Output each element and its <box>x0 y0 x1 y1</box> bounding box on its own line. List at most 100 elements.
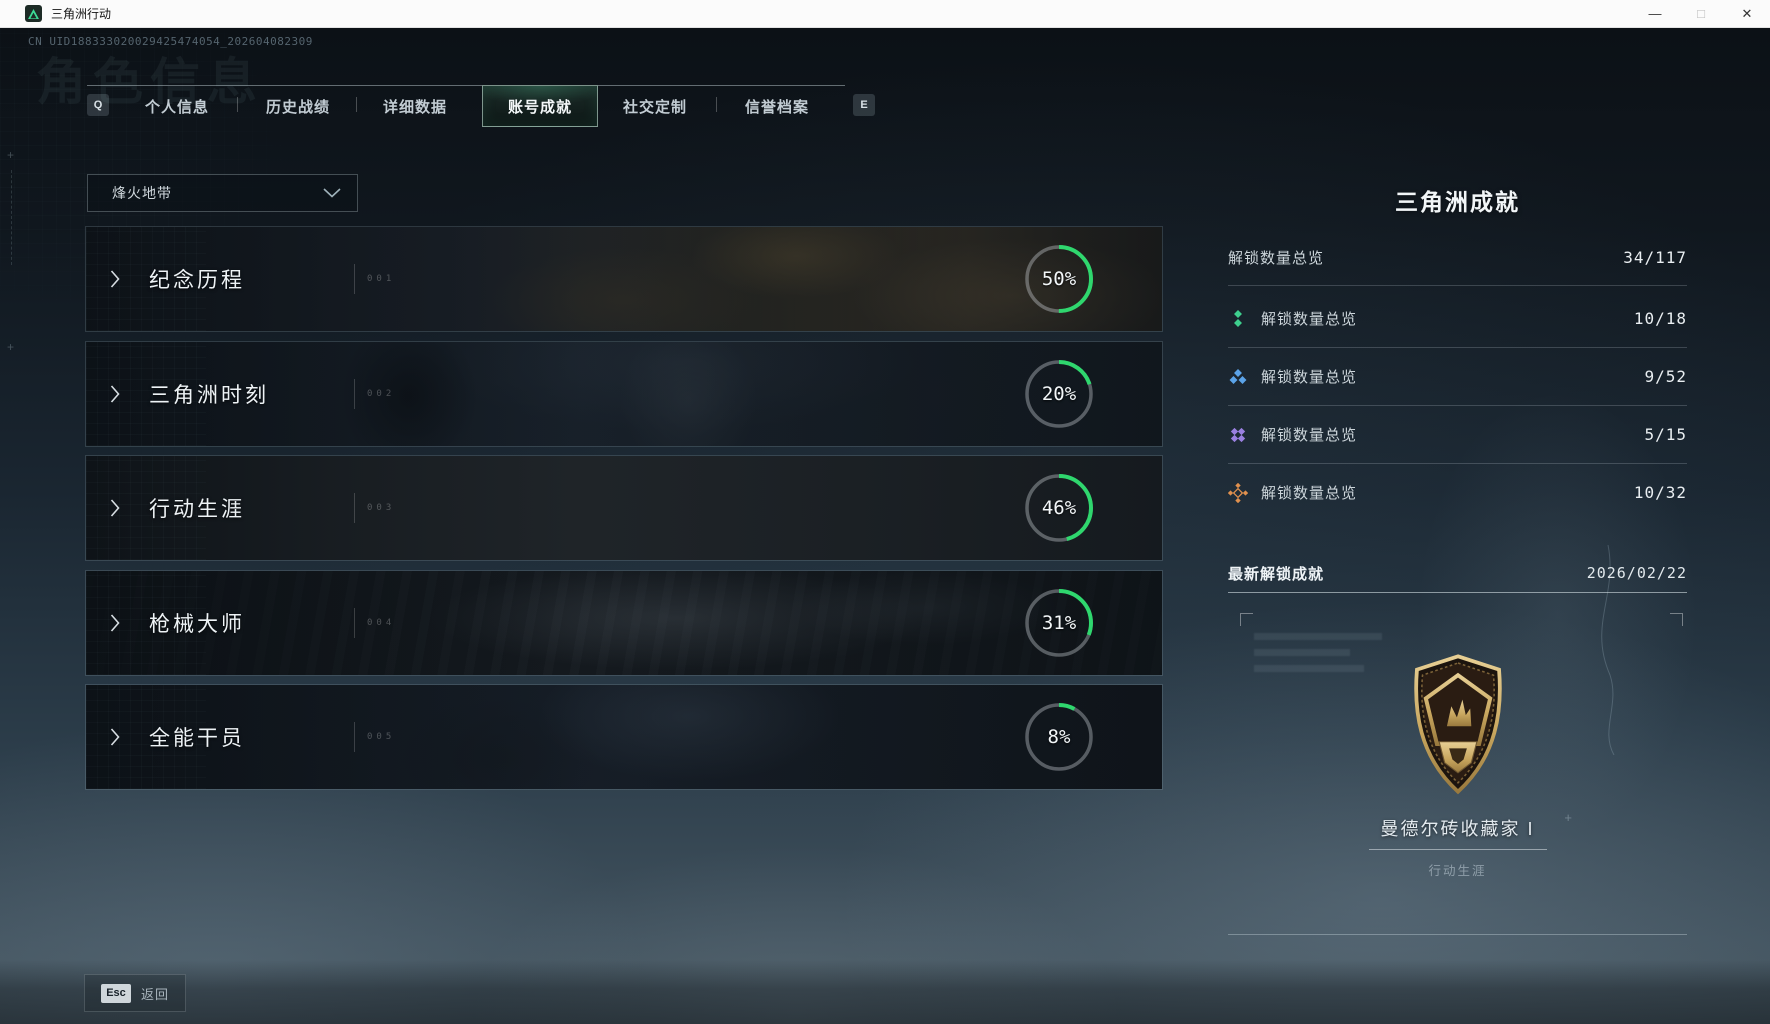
chevron-right-icon <box>110 270 120 288</box>
green-diamonds-icon <box>1234 309 1242 327</box>
back-label: 返回 <box>141 986 170 1002</box>
divider <box>354 264 355 294</box>
category-row-delta-moments[interactable]: 三角洲时刻 002 20% <box>85 341 1163 447</box>
divider <box>1228 592 1687 593</box>
minimize-button[interactable]: — <box>1632 0 1678 28</box>
tab-history-record[interactable]: 历史战绩 <box>242 85 354 127</box>
group-label: 解锁数量总览 <box>1261 311 1358 328</box>
category-label: 三角洲时刻 <box>149 384 269 407</box>
group-label: 解锁数量总览 <box>1261 369 1358 386</box>
chevron-right-icon <box>110 614 120 632</box>
banner-overlay <box>86 456 1162 560</box>
summary-value: 34/117 <box>1623 247 1687 267</box>
progress-ring: 50% <box>1024 244 1094 314</box>
latest-achievement-card: 曼德尔砖收藏家 I 行动生涯 + <box>1228 605 1687 935</box>
unlock-group-row: 解锁数量总览 10/32 <box>1228 464 1687 521</box>
category-index: 004 <box>367 618 396 628</box>
back-button[interactable]: Esc 返回 <box>84 974 187 1012</box>
edge-decoration <box>11 170 12 265</box>
divider <box>354 722 355 752</box>
progress-ring: 20% <box>1024 359 1094 429</box>
tab-account-achievements[interactable]: 账号成就 <box>482 85 598 127</box>
latest-unlock-label: 最新解锁成就 <box>1228 565 1325 583</box>
group-value: 10/18 <box>1633 309 1687 328</box>
plus-decoration: + <box>1564 810 1572 825</box>
window-title-bar: 三角洲行动 — □ ✕ <box>0 0 1770 28</box>
unlock-summary-row: 解锁数量总览 34/117 <box>1228 242 1687 272</box>
tab-social-custom[interactable]: 社交定制 <box>599 85 711 127</box>
close-button[interactable]: ✕ <box>1724 0 1770 28</box>
tab-detailed-data[interactable]: 详细数据 <box>359 85 471 127</box>
achievement-badge-icon <box>1413 654 1502 795</box>
progress-ring: 46% <box>1024 473 1094 543</box>
category-row-memorial[interactable]: 纪念历程 001 50% <box>85 226 1163 332</box>
progress-percent: 31% <box>1041 612 1077 634</box>
esc-key-hint: Esc <box>101 983 131 1003</box>
category-label: 枪械大师 <box>149 613 245 636</box>
corner-bracket <box>1240 613 1253 626</box>
window-title: 三角洲行动 <box>51 7 112 21</box>
category-label: 全能干员 <box>149 727 245 750</box>
footer-band <box>0 960 1770 1024</box>
prev-tab-key-hint[interactable]: Q <box>87 94 109 116</box>
latest-unlock-header: 最新解锁成就 2026/02/22 <box>1228 560 1687 586</box>
chevron-down-icon <box>323 188 341 198</box>
chevron-right-icon <box>110 499 120 517</box>
progress-ring: 8% <box>1024 702 1094 772</box>
app-logo-icon <box>25 5 42 22</box>
tab-personal-info[interactable]: 个人信息 <box>121 85 233 127</box>
progress-percent: 46% <box>1041 497 1077 519</box>
banner-overlay <box>86 685 1162 789</box>
group-value: 5/15 <box>1644 425 1687 444</box>
badge-category: 行动生涯 <box>1428 864 1487 878</box>
orange-diamonds-icon <box>1228 482 1248 503</box>
plus-decoration: + <box>7 148 15 162</box>
plus-decoration: + <box>7 340 15 354</box>
latest-unlock-date: 2026/02/22 <box>1586 564 1687 582</box>
blue-diamonds-icon <box>1229 368 1247 384</box>
purple-diamonds-icon <box>1230 427 1246 442</box>
category-row-operation-career[interactable]: 行动生涯 003 46% <box>85 455 1163 561</box>
unlock-group-row: 解锁数量总览 10/18 <box>1228 290 1687 347</box>
divider <box>354 493 355 523</box>
tab-reputation-file[interactable]: 信誉档案 <box>721 85 833 127</box>
tab-separator <box>716 97 717 112</box>
progress-percent: 20% <box>1041 383 1077 405</box>
sidebar-title: 三角洲成就 <box>1395 189 1520 215</box>
dropdown-selected-value: 烽火地带 <box>112 185 172 201</box>
divider <box>354 608 355 638</box>
group-label: 解锁数量总览 <box>1261 427 1358 444</box>
divider <box>1228 285 1687 286</box>
banner-overlay <box>86 571 1162 675</box>
category-index: 005 <box>367 732 396 742</box>
maximize-button[interactable]: □ <box>1678 0 1724 28</box>
category-row-all-round-operator[interactable]: 全能干员 005 8% <box>85 684 1163 790</box>
progress-ring: 31% <box>1024 588 1094 658</box>
chevron-right-icon <box>110 728 120 746</box>
tab-separator <box>237 97 238 112</box>
unlock-group-row: 解锁数量总览 5/15 <box>1228 406 1687 463</box>
mode-filter-dropdown[interactable]: 烽火地带 <box>87 174 358 212</box>
chevron-right-icon <box>110 385 120 403</box>
category-index: 001 <box>367 274 396 284</box>
category-label: 行动生涯 <box>149 498 245 521</box>
corner-bracket <box>1670 613 1683 626</box>
category-row-gun-master[interactable]: 枪械大师 004 31% <box>85 570 1163 676</box>
progress-percent: 50% <box>1041 268 1077 290</box>
unlock-group-row: 解锁数量总览 9/52 <box>1228 348 1687 405</box>
divider <box>1228 934 1687 935</box>
banner-overlay <box>86 227 1162 331</box>
category-label: 纪念历程 <box>149 269 245 292</box>
next-tab-key-hint[interactable]: E <box>853 94 875 116</box>
group-label: 解锁数量总览 <box>1261 485 1358 502</box>
category-index: 003 <box>367 503 396 513</box>
badge-name: 曼德尔砖收藏家 I <box>1380 819 1535 839</box>
faded-text-decoration <box>1254 633 1382 681</box>
group-value: 10/32 <box>1633 483 1687 502</box>
app-window: 三角洲行动 — □ ✕ + + CN UID188333020029425474… <box>0 0 1770 1024</box>
tab-separator <box>356 97 357 112</box>
divider <box>354 379 355 409</box>
summary-label: 解锁数量总览 <box>1228 249 1325 267</box>
badge-underline <box>1368 849 1547 850</box>
progress-percent: 8% <box>1047 726 1071 748</box>
